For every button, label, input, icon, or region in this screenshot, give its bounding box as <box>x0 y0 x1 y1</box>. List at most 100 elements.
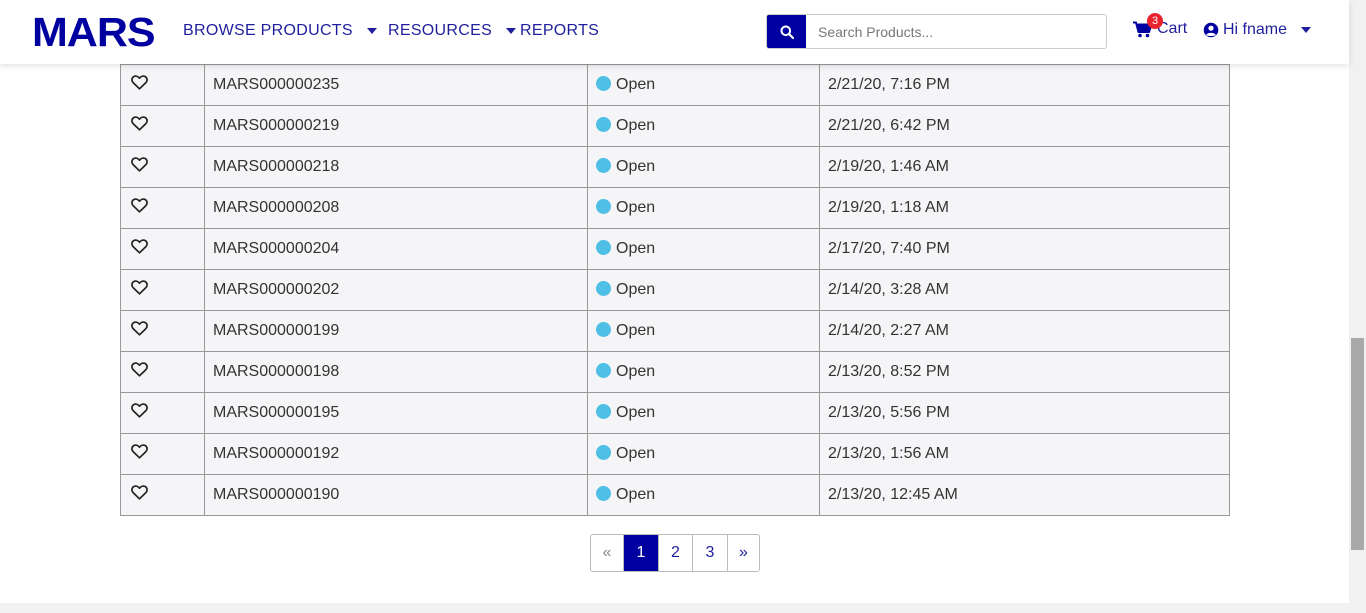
pagination-next[interactable]: » <box>728 535 759 571</box>
table-row: MARS000000208 Open 2/19/20, 1:18 AM <box>120 187 1230 229</box>
date-cell: 2/14/20, 2:27 AM <box>819 310 1230 352</box>
order-id[interactable]: MARS000000204 <box>213 240 339 257</box>
table-row: MARS000000219 Open 2/21/20, 6:42 PM <box>120 105 1230 147</box>
order-id-cell[interactable]: MARS000000235 <box>204 64 588 106</box>
footer-strip <box>0 603 1349 613</box>
status-cell: Open <box>587 64 820 106</box>
heart-icon[interactable] <box>131 362 148 382</box>
order-id[interactable]: MARS000000218 <box>213 158 339 175</box>
order-id[interactable]: MARS000000192 <box>213 445 339 462</box>
status-dot-icon <box>596 281 611 296</box>
heart-icon[interactable] <box>131 444 148 464</box>
status-cell: Open <box>587 310 820 352</box>
status-dot-icon <box>596 363 611 378</box>
nav-reports-label: REPORTS <box>520 22 600 39</box>
heart-icon[interactable] <box>131 485 148 505</box>
scrollbar-thumb[interactable] <box>1351 338 1364 550</box>
order-date: 2/17/20, 7:40 PM <box>828 240 950 257</box>
search-button[interactable] <box>767 15 806 48</box>
status-dot-icon <box>596 76 611 91</box>
order-id-cell[interactable]: MARS000000208 <box>204 187 588 229</box>
status-label: Open <box>616 404 656 421</box>
page-3[interactable]: 3 <box>693 535 728 571</box>
order-date: 2/13/20, 1:56 AM <box>828 445 949 462</box>
order-id-cell[interactable]: MARS000000198 <box>204 351 588 393</box>
order-id-cell[interactable]: MARS000000192 <box>204 433 588 475</box>
search-input[interactable] <box>806 15 1106 48</box>
order-id[interactable]: MARS000000235 <box>213 76 339 93</box>
status-cell: Open <box>587 269 820 311</box>
cart-link[interactable]: 3 Cart <box>1133 13 1187 38</box>
nav-resources-label: RESOURCES <box>388 22 493 39</box>
favorite-cell <box>120 64 205 106</box>
order-id-cell[interactable]: MARS000000218 <box>204 146 588 188</box>
order-id-cell[interactable]: MARS000000219 <box>204 105 588 147</box>
user-circle-icon <box>1203 22 1219 38</box>
status-cell: Open <box>587 105 820 147</box>
order-id-cell[interactable]: MARS000000195 <box>204 392 588 434</box>
mars-logo[interactable]: MARS <box>32 12 156 53</box>
table-row: MARS000000235 Open 2/21/20, 7:16 PM <box>120 64 1230 106</box>
status-cell: Open <box>587 474 820 516</box>
date-cell: 2/17/20, 7:40 PM <box>819 228 1230 270</box>
order-id[interactable]: MARS000000198 <box>213 363 339 380</box>
table-row: MARS000000190 Open 2/13/20, 12:45 AM <box>120 474 1230 516</box>
order-date: 2/19/20, 1:18 AM <box>828 199 949 216</box>
table-row: MARS000000192 Open 2/13/20, 1:56 AM <box>120 433 1230 475</box>
table-row: MARS000000195 Open 2/13/20, 5:56 PM <box>120 392 1230 434</box>
search-bar <box>766 14 1107 49</box>
date-cell: 2/21/20, 6:42 PM <box>819 105 1230 147</box>
pagination-prev[interactable]: « <box>591 535 624 571</box>
heart-icon[interactable] <box>131 321 148 341</box>
caret-down-icon <box>1301 27 1312 33</box>
page-1[interactable]: 1 <box>624 535 659 571</box>
order-date: 2/14/20, 3:28 AM <box>828 281 949 298</box>
order-id-cell[interactable]: MARS000000190 <box>204 474 588 516</box>
order-id-cell[interactable]: MARS000000199 <box>204 310 588 352</box>
nav-reports[interactable]: REPORTS <box>520 22 599 40</box>
favorite-cell <box>120 187 205 229</box>
page-2[interactable]: 2 <box>659 535 693 571</box>
status-label: Open <box>616 117 656 134</box>
heart-icon[interactable] <box>131 75 148 95</box>
status-dot-icon <box>596 117 611 132</box>
heart-icon[interactable] <box>131 280 148 300</box>
heart-icon[interactable] <box>131 239 148 259</box>
status-label: Open <box>616 76 656 93</box>
search-icon <box>780 25 794 39</box>
status-dot-icon <box>596 445 611 460</box>
nav-browse-products[interactable]: BROWSE PRODUCTS <box>183 22 377 40</box>
order-id[interactable]: MARS000000202 <box>213 281 339 298</box>
vertical-scrollbar[interactable] <box>1349 0 1366 613</box>
pagination: « 1 2 3 » <box>590 534 760 572</box>
table-row: MARS000000198 Open 2/13/20, 8:52 PM <box>120 351 1230 393</box>
nav-resources[interactable]: RESOURCES <box>388 22 517 40</box>
status-label: Open <box>616 240 656 257</box>
status-cell: Open <box>587 351 820 393</box>
user-greeting: Hi fname <box>1223 21 1288 38</box>
order-id[interactable]: MARS000000219 <box>213 117 339 134</box>
favorite-cell <box>120 228 205 270</box>
heart-icon[interactable] <box>131 403 148 423</box>
favorite-cell <box>120 146 205 188</box>
order-id[interactable]: MARS000000195 <box>213 404 339 421</box>
status-label: Open <box>616 363 656 380</box>
order-id-cell[interactable]: MARS000000204 <box>204 228 588 270</box>
order-date: 2/13/20, 8:52 PM <box>828 363 950 380</box>
status-cell: Open <box>587 146 820 188</box>
heart-icon[interactable] <box>131 157 148 177</box>
status-dot-icon <box>596 158 611 173</box>
order-id[interactable]: MARS000000199 <box>213 322 339 339</box>
user-menu[interactable]: Hi fname <box>1203 21 1312 39</box>
heart-icon[interactable] <box>131 116 148 136</box>
order-id[interactable]: MARS000000190 <box>213 486 339 503</box>
status-cell: Open <box>587 433 820 475</box>
favorite-cell <box>120 474 205 516</box>
order-id[interactable]: MARS000000208 <box>213 199 339 216</box>
order-id-cell[interactable]: MARS000000202 <box>204 269 588 311</box>
heart-icon[interactable] <box>131 198 148 218</box>
status-label: Open <box>616 486 656 503</box>
top-navbar: MARS BROWSE PRODUCTS RESOURCES REPORTS 3… <box>0 0 1349 64</box>
status-cell: Open <box>587 187 820 229</box>
favorite-cell <box>120 433 205 475</box>
